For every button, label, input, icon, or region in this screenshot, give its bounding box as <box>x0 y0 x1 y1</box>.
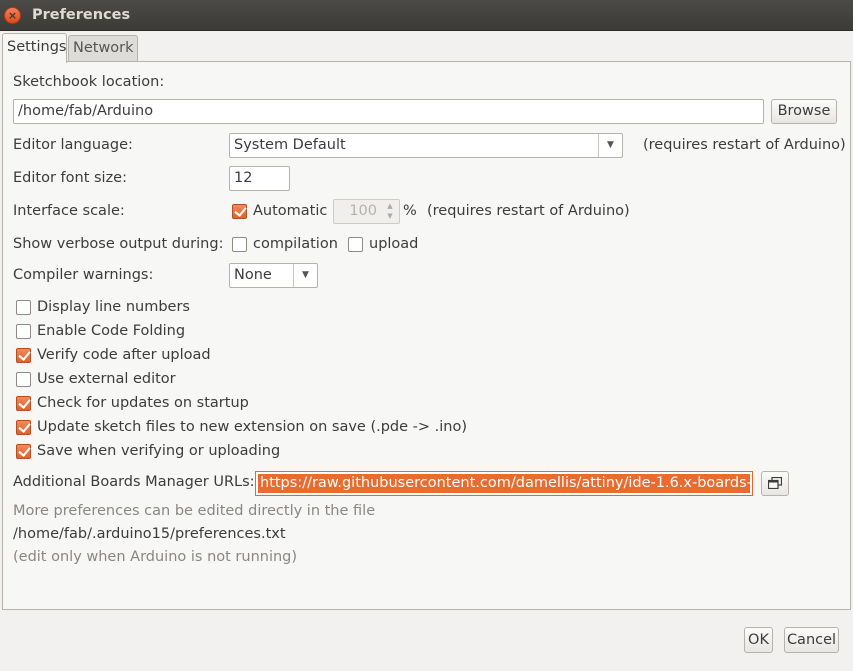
interface-scale-label: Interface scale: <box>13 203 125 219</box>
code-folding-checkbox[interactable] <box>16 324 31 339</box>
option-label: Update sketch files to new extension on … <box>37 419 467 435</box>
scale-spinner: 100 ▲ ▼ <box>333 199 400 224</box>
external-editor-checkbox[interactable] <box>16 372 31 387</box>
sketchbook-label: Sketchbook location: <box>13 74 165 90</box>
prefs-path: /home/fab/.arduino15/preferences.txt <box>13 526 286 542</box>
boards-urls-value: https://raw.githubusercontent.com/damell… <box>258 474 750 493</box>
upload-label: upload <box>369 236 419 252</box>
editor-language-select[interactable]: System Default ▼ <box>229 133 623 158</box>
title-bar: × Preferences <box>0 0 853 31</box>
close-icon[interactable]: × <box>4 7 21 24</box>
ok-button[interactable]: OK <box>744 627 773 653</box>
option-label: Display line numbers <box>37 299 190 315</box>
chevron-down-icon: ▼ <box>293 264 317 287</box>
option-label: Verify code after upload <box>37 347 211 363</box>
edit-note: (edit only when Arduino is not running) <box>13 549 298 565</box>
boards-urls-label: Additional Boards Manager URLs: <box>13 474 255 490</box>
option-label: Check for updates on startup <box>37 395 249 411</box>
font-size-input[interactable]: 12 <box>229 166 290 191</box>
upload-checkbox[interactable] <box>348 237 363 252</box>
compilation-checkbox[interactable] <box>232 237 247 252</box>
option-label: Enable Code Folding <box>37 323 186 339</box>
edit-urls-button[interactable] <box>761 471 789 496</box>
tab-settings[interactable]: Settings <box>2 33 67 63</box>
editor-language-note: (requires restart of Arduino) <box>643 137 846 153</box>
editor-language-value: System Default <box>234 137 346 153</box>
percent-label: % <box>403 203 417 219</box>
automatic-checkbox[interactable] <box>232 204 247 219</box>
update-extension-checkbox[interactable] <box>16 420 31 435</box>
verbose-label: Show verbose output during: <box>13 236 224 252</box>
window-icon <box>768 477 782 489</box>
more-prefs-note: More preferences can be edited directly … <box>13 503 376 519</box>
tab-network[interactable]: Network <box>68 35 138 62</box>
font-size-label: Editor font size: <box>13 170 127 186</box>
sketchbook-input[interactable]: /home/fab/Arduino <box>13 99 764 124</box>
compilation-label: compilation <box>253 236 338 252</box>
chevron-down-icon: ▼ <box>598 134 622 157</box>
compiler-warnings-select[interactable]: None ▼ <box>229 263 318 288</box>
save-verifying-checkbox[interactable] <box>16 444 31 459</box>
compiler-warnings-label: Compiler warnings: <box>13 267 154 283</box>
cancel-button[interactable]: Cancel <box>784 627 839 653</box>
compiler-warnings-value: None <box>234 267 272 283</box>
display-line-numbers-checkbox[interactable] <box>16 300 31 315</box>
button-bar <box>0 610 853 671</box>
browse-button[interactable]: Browse <box>771 99 837 124</box>
verify-upload-checkbox[interactable] <box>16 348 31 363</box>
editor-language-label: Editor language: <box>13 137 133 153</box>
scale-value: 100 <box>349 203 377 219</box>
option-label: Save when verifying or uploading <box>37 443 281 459</box>
option-label: Use external editor <box>37 371 176 387</box>
boards-urls-input[interactable]: https://raw.githubusercontent.com/damell… <box>255 471 753 496</box>
spinner-arrows-icon: ▲ ▼ <box>387 202 393 220</box>
check-updates-checkbox[interactable] <box>16 396 31 411</box>
scale-note: (requires restart of Arduino) <box>427 203 630 219</box>
window-title: Preferences <box>32 7 131 23</box>
automatic-label: Automatic <box>253 203 328 219</box>
